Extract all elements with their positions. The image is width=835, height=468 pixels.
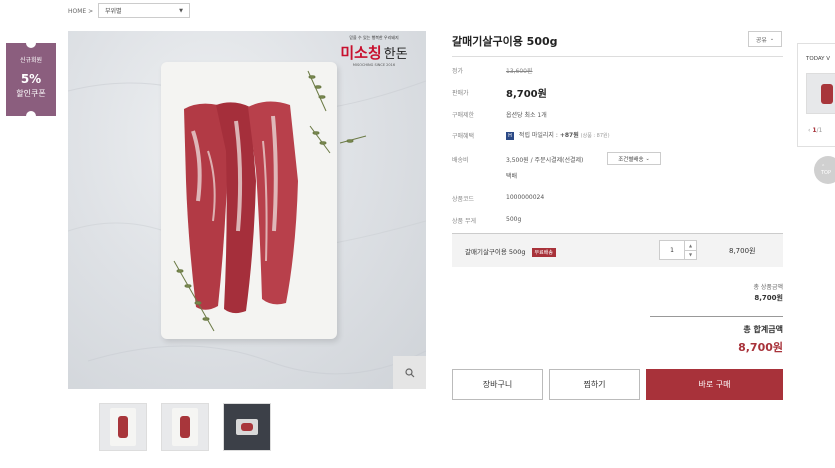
breadcrumb-separator: > [88,8,94,15]
share-label: 공유 [755,36,767,44]
today-view-pagination: ‹ 1/1 [808,127,822,134]
buy-now-button[interactable]: 바로 구매 [646,369,783,400]
recent-product-thumbnail[interactable] [806,73,835,114]
option-name: 갈매기살구이용 500g [465,248,526,256]
share-button[interactable]: 공유 ⌄ [748,31,782,47]
page-total: /1 [816,127,823,134]
quantity-stepper[interactable]: 1 ▲ ▼ [659,240,697,260]
purchase-limit-label: 구매제한 [452,112,475,119]
product-main-image: 믿을 수 있는 행복한 우리돼지 미소칭 한돈 MISOCHING SINCE … [68,31,426,389]
coupon-label: 신규회원 [19,57,43,64]
product-weight: 500g [506,216,522,223]
prev-arrow-icon[interactable]: ‹ [808,127,810,134]
weight-label: 상품 무게 [452,218,476,225]
meat-illustration [173,70,367,332]
top-label: TOP [821,170,832,176]
list-price-label: 정가 [452,68,464,75]
add-to-cart-button[interactable]: 장바구니 [452,369,543,400]
chevron-down-icon: ⌄ [645,155,650,162]
free-shipping-badge: 무료배송 [531,248,556,257]
divider [452,56,783,57]
product-title: 갈매기살구이용 500g [452,35,558,48]
thumbnail-image [172,408,198,446]
quantity-input[interactable]: 1 [660,241,684,259]
pork-strips [184,101,298,314]
option-name-wrap: 갈매기살구이용 500g 무료배송 [465,246,556,257]
shipping-label: 배송비 [452,157,469,164]
wishlist-button[interactable]: 찜하기 [549,369,640,400]
benefit-amount: +87원 [559,132,579,139]
subtotal-label: 총 상품금액 [753,284,783,291]
shipping-condition-select[interactable]: 조건별배송 ⌄ [607,152,661,165]
benefit-note: (상품 : 87원) [580,133,610,139]
shipping-fee: 3,500원 [506,157,529,164]
shipping-method: / 주문시결제(선결제) [530,157,584,164]
chevron-down-icon: ⌄ [769,36,775,42]
benefit-label: 구매혜택 [452,133,475,140]
chevron-up-icon[interactable]: ▲ [685,241,696,251]
total-value: 8,700원 [738,341,783,354]
coupon-percent: 5% [20,72,42,86]
list-price: 13,600원 [506,68,533,75]
sale-price: 8,700원 [506,89,547,100]
brand-tagline: 믿을 수 있는 행복한 우리돼지 [349,35,399,40]
shipping-company: 택배 [506,173,518,180]
breadcrumb: HOME > [68,6,93,18]
shipping-option: 조건별배송 [618,156,644,163]
product-thumbnail-2[interactable] [161,403,209,451]
subtotal-value: 8,700원 [754,294,783,302]
chevron-down-icon[interactable]: ▼ [685,251,696,260]
brand-name-black: 한돈 [383,47,408,62]
zoom-button[interactable] [393,356,426,389]
shipping-fee-row: 3,500원 / 주문시결제(선결제) [506,155,583,164]
mileage-icon: H [506,132,514,140]
sale-price-label: 판매가 [452,90,469,97]
divider [650,316,783,317]
code-label: 상품코드 [452,196,475,203]
breadcrumb-home[interactable]: HOME [68,8,86,15]
category-select[interactable]: 부위별 ▼ [98,3,190,18]
category-select-value: 부위별 [105,8,122,15]
thumbnail-image [236,419,258,435]
product-thumbnail-3[interactable] [223,403,271,451]
today-view-label: TODAY V [806,56,831,62]
total-label: 총 합계금액 [743,325,783,334]
thumbnail-image [110,408,136,446]
option-price: 8,700원 [729,247,756,255]
chevron-down-icon: ▼ [179,7,183,14]
search-icon [404,367,414,377]
benefit-text: 적립 마일리지 : [518,132,558,139]
coupon-text: 할인쿠폰 [16,89,46,98]
product-code: 1000000024 [506,194,545,201]
purchase-limit: 옵션당 최소 1개 [506,112,547,119]
scroll-top-button[interactable]: ⌃ TOP [814,156,835,184]
new-member-coupon[interactable]: 신규회원 5% 할인쿠폰 [6,38,56,121]
brand-logo: 믿을 수 있는 행복한 우리돼지 미소칭 한돈 MISOCHING SINCE … [334,35,414,71]
brand-name-red: 미소칭 [340,44,382,62]
benefit-row: H 적립 마일리지 : +87원 (상품 : 87원) [506,130,610,140]
product-thumbnail-1[interactable] [99,403,147,451]
brand-english: MISOCHING SINCE 2016 [352,63,396,67]
